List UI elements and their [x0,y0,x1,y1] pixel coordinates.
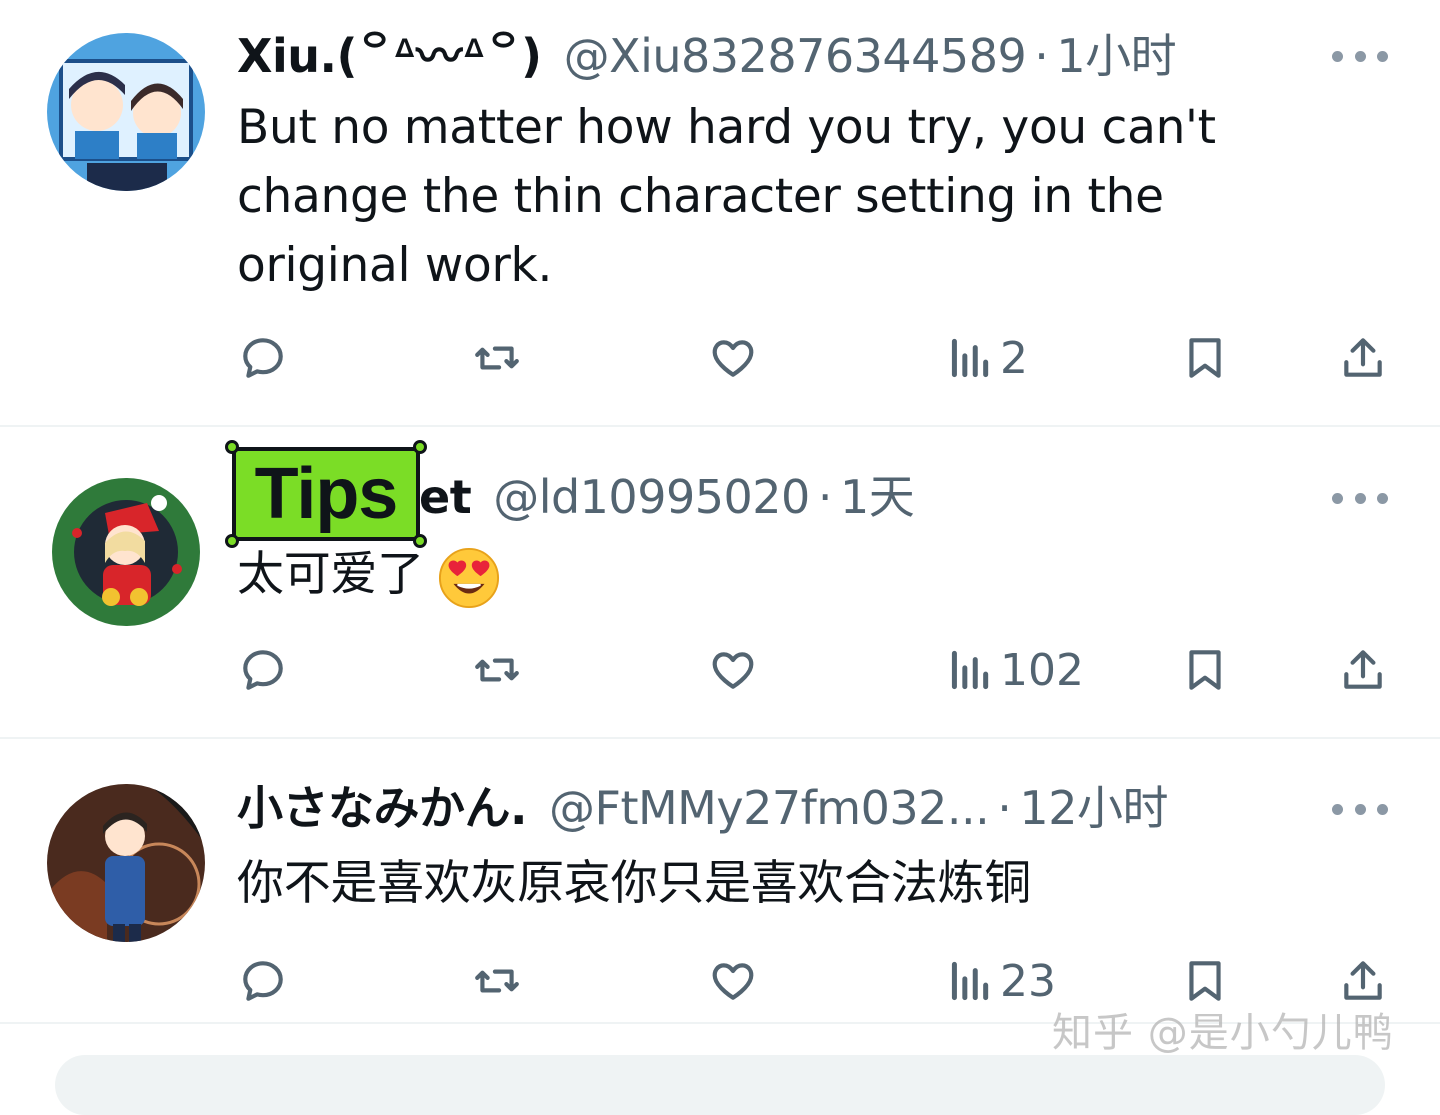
tweet-text: 太可爱了 [237,540,1297,609]
user-handle[interactable]: @Xiu832876344589 [564,26,1027,86]
heart-eyes-emoji [438,547,499,608]
separator-dot: · [817,470,833,524]
action-bar: 2 [0,328,1440,388]
user-handle[interactable]: @ld10995020 [493,467,810,527]
share-icon [1344,338,1382,377]
divider [0,425,1440,427]
tweet-text: But no matter how hard you try, you can'… [237,100,1216,293]
bookmark-icon [1189,961,1221,1001]
display-name[interactable]: 小さなみかん. [237,778,527,838]
like-button[interactable] [708,328,758,388]
views-button[interactable]: 2 [944,328,1028,388]
reply-icon [243,338,283,378]
avatar-image [47,473,205,631]
bookmark-button[interactable] [1180,640,1230,700]
like-icon [712,963,754,1000]
separator-dot: · [1034,29,1049,83]
share-icon [1344,961,1382,1000]
reply-button[interactable] [238,640,288,700]
resize-handle[interactable] [225,440,239,454]
retweet-button[interactable] [472,951,522,1011]
retweet-icon [475,658,519,682]
display-name[interactable]: Xiu.(꒪ᐞ〰ᐞ꒪) [237,26,542,86]
watermark: 知乎 @是小勺儿鸭 [1052,1010,1394,1056]
retweet-button[interactable] [472,640,522,700]
separator-dot: · [997,781,1012,835]
view-count: 23 [1000,955,1056,1007]
like-button[interactable] [708,640,758,700]
avatar[interactable] [47,473,205,631]
resize-handle[interactable] [413,440,427,454]
avatar-image [47,33,205,191]
reply-composer-bar[interactable] [55,1055,1385,1115]
timestamp[interactable]: 1天 [840,467,915,527]
action-bar: 102 [0,640,1440,700]
timestamp[interactable]: 1小时 [1056,26,1176,86]
reply-button[interactable] [238,951,288,1011]
share-button[interactable] [1338,328,1388,388]
like-icon [712,652,754,689]
more-icon[interactable] [1332,799,1388,819]
resize-handle[interactable] [413,534,427,548]
view-count: 102 [1000,644,1084,696]
tweet-text: 你不是喜欢灰原哀你只是喜欢合法炼铜 [237,856,1031,911]
bookmark-icon [1189,338,1221,378]
divider [0,737,1440,739]
reply-icon [243,650,283,690]
more-icon[interactable] [1332,46,1388,66]
retweet-button[interactable] [472,328,522,388]
tips-overlay[interactable]: Tips [232,447,420,541]
avatar-image [47,784,205,942]
resize-handle[interactable] [225,534,239,548]
views-button[interactable]: 23 [944,951,1056,1011]
like-icon [712,340,754,377]
share-button[interactable] [1338,640,1388,700]
views-icon [951,338,989,378]
reply-icon [243,961,283,1001]
timestamp[interactable]: 12小时 [1019,778,1168,838]
views-button[interactable]: 102 [944,640,1084,700]
avatar[interactable] [47,33,205,191]
like-button[interactable] [708,951,758,1011]
display-name[interactable]: et [419,467,472,527]
retweet-icon [475,969,519,993]
view-count: 2 [1000,332,1028,384]
reply-button[interactable] [238,328,288,388]
views-icon [951,961,989,1001]
views-icon [951,650,989,690]
share-icon [1344,650,1382,689]
bookmark-icon [1189,650,1221,690]
user-handle[interactable]: @FtMMy27fm032... [549,778,990,838]
bookmark-button[interactable] [1180,328,1230,388]
avatar[interactable] [47,784,205,942]
retweet-icon [475,346,519,370]
tweet-text-content: 太可爱了 [237,547,424,602]
more-icon[interactable] [1332,488,1388,508]
